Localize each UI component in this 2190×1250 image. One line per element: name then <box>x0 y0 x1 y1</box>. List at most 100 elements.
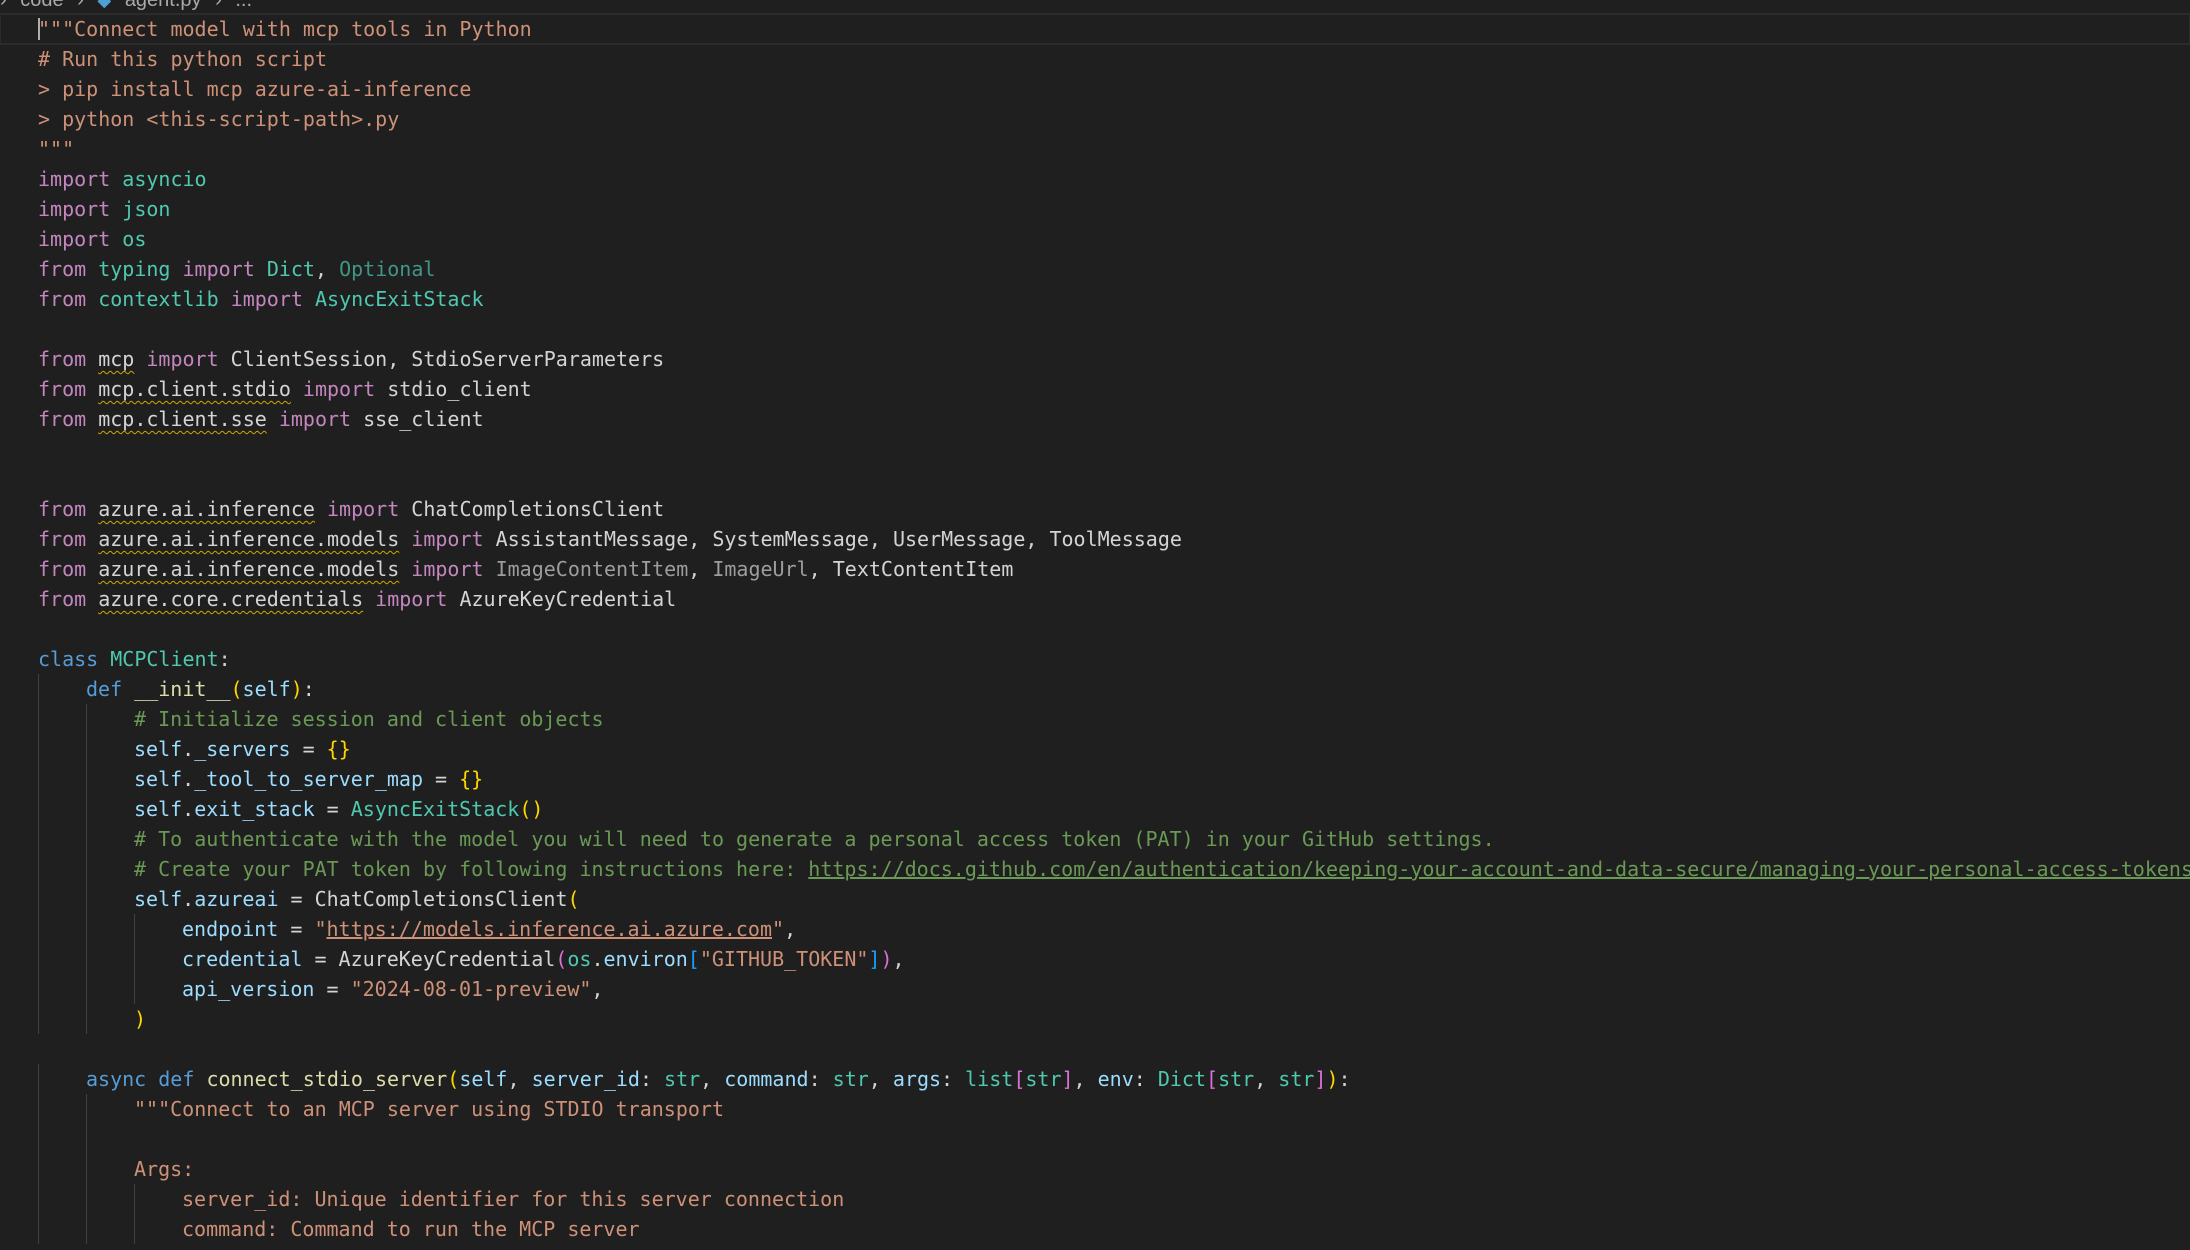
code-line[interactable]: # Run this python script <box>0 44 2190 74</box>
code-token: __init__ <box>134 677 231 701</box>
code-token: str <box>1218 1067 1255 1091</box>
code-line[interactable]: async def connect_stdio_server(self, ser… <box>0 1064 2190 1094</box>
code-line[interactable]: self.exit_stack = AsyncExitStack() <box>0 794 2190 824</box>
code-line[interactable]: """Connect to an MCP server using STDIO … <box>0 1094 2190 1124</box>
code-line[interactable]: api_version = "2024-08-01-preview", <box>0 974 2190 1004</box>
code-line[interactable]: ) <box>0 1004 2190 1034</box>
code-line[interactable]: from azure.ai.inference.models import Im… <box>0 554 2190 584</box>
code-line[interactable]: def __init__(self): <box>0 674 2190 704</box>
code-token: ImageUrl <box>712 557 809 581</box>
indent-guide <box>86 764 87 794</box>
code-line[interactable]: Args: <box>0 1154 2190 1184</box>
code-line[interactable]: import asyncio <box>0 164 2190 194</box>
code-line[interactable]: credential = AzureKeyCredential(os.envir… <box>0 944 2190 974</box>
code-line[interactable] <box>0 1124 2190 1154</box>
code-line[interactable]: > pip install mcp azure-ai-inference <box>0 74 2190 104</box>
indent-guide <box>86 854 87 884</box>
code-token: = <box>423 767 460 791</box>
code-token: import <box>375 587 448 611</box>
code-line[interactable]: from mcp import ClientSession, StdioServ… <box>0 344 2190 374</box>
code-token: from <box>38 587 87 611</box>
code-token: , <box>1254 1067 1279 1091</box>
indent-guide <box>86 1094 87 1124</box>
python-file-icon: ◆ <box>97 0 112 10</box>
code-line[interactable]: self.azureai = ChatCompletionsClient( <box>0 884 2190 914</box>
code-line[interactable]: class MCPClient: <box>0 644 2190 674</box>
code-token: azure.ai.inference <box>98 497 315 521</box>
code-line[interactable]: from typing import Dict, Optional <box>0 254 2190 284</box>
code-token: () <box>519 797 544 821</box>
indent-guide <box>38 1004 39 1034</box>
code-link[interactable]: https://docs.github.com/en/authenticatio… <box>808 857 2190 881</box>
code-token: from <box>38 407 87 431</box>
code-token: , <box>892 947 905 971</box>
code-line[interactable]: > python <this-script-path>.py <box>0 104 2190 134</box>
breadcrumb-folder[interactable]: code <box>20 0 63 11</box>
code-token: : <box>639 1067 665 1091</box>
code-line[interactable] <box>0 614 2190 644</box>
code-link[interactable]: https://models.inference.ai.azure.com <box>327 917 773 941</box>
code-token: import <box>146 347 219 371</box>
code-line[interactable]: from azure.ai.inference.models import As… <box>0 524 2190 554</box>
indent-guide <box>86 794 87 824</box>
code-token: str <box>1278 1067 1315 1091</box>
code-line[interactable]: from mcp.client.stdio import stdio_clien… <box>0 374 2190 404</box>
breadcrumb-file[interactable]: agent.py <box>125 0 202 11</box>
code-line[interactable]: import os <box>0 224 2190 254</box>
code-token: . <box>182 797 195 821</box>
code-token: os <box>122 227 147 251</box>
indent-guide <box>86 944 87 974</box>
code-token: mcp <box>98 347 135 371</box>
code-token: [ <box>1013 1067 1026 1091</box>
code-line[interactable]: from mcp.client.sse import sse_client <box>0 404 2190 434</box>
code-line[interactable]: # Create your PAT token by following ins… <box>0 854 2190 884</box>
code-editor[interactable]: › code › ◆ agent.py › ... """Connect mod… <box>0 0 2190 1250</box>
code-token: args <box>892 1067 942 1091</box>
code-token: "2024-08-01-preview" <box>350 977 592 1001</box>
code-line[interactable] <box>0 1034 2190 1064</box>
breadcrumb-more[interactable]: ... <box>235 0 252 11</box>
code-token: os <box>567 947 592 971</box>
code-line[interactable]: endpoint = "https://models.inference.ai.… <box>0 914 2190 944</box>
indent-guide <box>86 734 87 764</box>
code-line[interactable]: # To authenticate with the model you wil… <box>0 824 2190 854</box>
indent-guide <box>38 674 39 704</box>
code-lines[interactable]: """Connect model with mcp tools in Pytho… <box>0 13 2190 1244</box>
code-token: {} <box>326 737 351 761</box>
code-line[interactable] <box>0 314 2190 344</box>
code-token: , TextContentItem <box>808 557 1014 581</box>
code-line[interactable]: """Connect model with mcp tools in Pytho… <box>0 13 2190 45</box>
code-line[interactable]: self._tool_to_server_map = {} <box>0 764 2190 794</box>
code-token: ClientSession, StdioServerParameters <box>218 347 665 371</box>
code-token: """ <box>38 137 75 161</box>
code-line[interactable]: from azure.ai.inference import ChatCompl… <box>0 494 2190 524</box>
code-line[interactable]: from contextlib import AsyncExitStack <box>0 284 2190 314</box>
code-token: import <box>38 167 111 191</box>
code-line[interactable]: from azure.core.credentials import Azure… <box>0 584 2190 614</box>
indent-guide <box>86 1184 87 1214</box>
code-token: . <box>182 767 195 791</box>
code-token: , <box>784 917 797 941</box>
code-line[interactable]: # Initialize session and client objects <box>0 704 2190 734</box>
code-line[interactable]: self._servers = {} <box>0 734 2190 764</box>
indent-guide <box>86 884 87 914</box>
indent-guide <box>38 1064 39 1094</box>
code-line[interactable]: """ <box>0 134 2190 164</box>
code-line[interactable] <box>0 434 2190 464</box>
indent-guide <box>86 914 87 944</box>
code-token: = <box>278 917 315 941</box>
code-token: class <box>38 647 99 671</box>
indent-guide <box>86 1214 87 1244</box>
code-line[interactable]: import json <box>0 194 2190 224</box>
code-line[interactable] <box>0 464 2190 494</box>
code-line[interactable]: command: Command to run the MCP server <box>0 1214 2190 1244</box>
code-line[interactable]: server_id: Unique identifier for this se… <box>0 1184 2190 1214</box>
code-token: # To authenticate with the model you wil… <box>134 827 1495 851</box>
code-token: connect_stdio_server <box>206 1067 448 1091</box>
code-token: from <box>38 377 87 401</box>
code-token: import <box>230 287 303 311</box>
